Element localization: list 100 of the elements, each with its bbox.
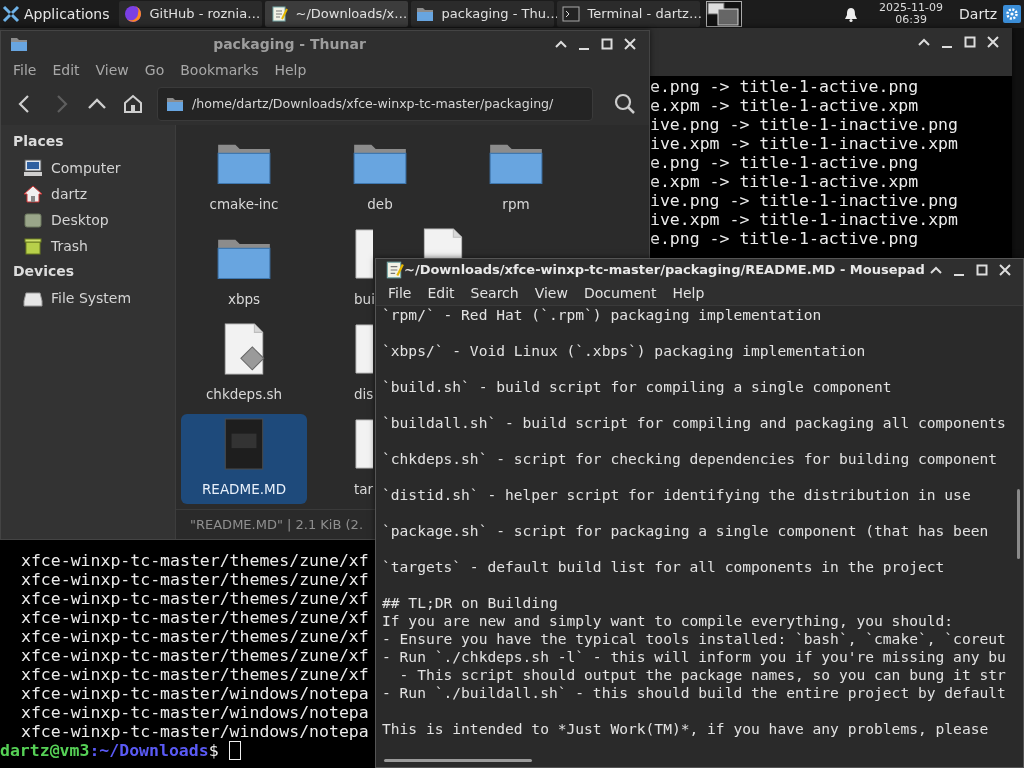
- menu-item[interactable]: Go: [136, 57, 173, 83]
- prompt-line: dartz@vm3:~/Downloads$: [0, 741, 219, 760]
- text-line: `distid.sh` - helper script for identifying the distribution in use: [382, 486, 971, 505]
- icon-view-entry[interactable]: bui: [317, 224, 375, 314]
- text-line: `package.sh` - script for packaging a single component (that has been: [382, 522, 989, 541]
- terminal-line: e.xpm -> title-1-active.xpm: [650, 96, 919, 115]
- section-heading: Places: [12, 132, 65, 151]
- terminal-line: xfce-winxp-tc-master/themes/zune/xf: [21, 608, 369, 627]
- terminal-line: ive.xpm -> title-1-inactive.xpm: [650, 210, 958, 229]
- browser-icon: [123, 5, 142, 23]
- terminal-line: xfce-winxp-tc-master/windows/notepa: [21, 722, 369, 741]
- terminal-line: ive.png -> title-1-inactive.png: [650, 191, 958, 210]
- icon-view-entry[interactable]: cmake-inc: [181, 129, 307, 219]
- script-file-icon: [223, 322, 265, 376]
- file-icon: [354, 417, 373, 471]
- settings-icon[interactable]: [1003, 5, 1021, 23]
- user-name[interactable]: Dartz: [959, 3, 997, 25]
- close-button[interactable]: [622, 36, 638, 52]
- desktop-icon: [23, 211, 43, 229]
- text-line: `xbps/` - Void Linux (`.xbps`) packaging implementation: [382, 342, 866, 361]
- text-line: `chkdeps.sh` - script for checking dependencies for building component: [382, 450, 998, 469]
- text-editor[interactable]: [376, 305, 1023, 757]
- notepad-icon: [269, 5, 288, 23]
- window-title: packaging - Thunar: [213, 35, 366, 52]
- menu-item[interactable]: File: [380, 280, 420, 306]
- menu-item[interactable]: Help: [266, 57, 315, 83]
- menu-item[interactable]: Search: [462, 280, 527, 306]
- text-line: - Ensure you have the typical tools installed: `bash`, `cmake`, `coreut: [382, 630, 1006, 649]
- clock-time: 06:39: [894, 14, 928, 26]
- file-icon: [354, 227, 373, 281]
- maximize-button[interactable]: [962, 34, 978, 50]
- folder-icon: [415, 5, 434, 23]
- icon-view-entry[interactable]: dis: [317, 319, 375, 409]
- text-line: - This script should output the package names, so you can bung it str: [398, 666, 1006, 685]
- folder-icon: [9, 35, 29, 53]
- sidebar-item[interactable]: Trash: [1, 233, 94, 259]
- drive-icon: [23, 289, 43, 307]
- status-text: "README.MD" | 2.1 KiB (2.: [190, 515, 363, 534]
- text-line: `rpm/` - Red Hat (`.rpm`) packaging implementation: [382, 306, 822, 325]
- icon-view-entry[interactable]: xbps: [181, 224, 307, 314]
- terminal-line: xfce-winxp-tc-master/themes/zune/xf: [21, 589, 369, 608]
- terminal-line: xfce-winxp-tc-master/themes/zune/xf: [21, 646, 369, 665]
- notification-bell-icon[interactable]: [843, 5, 860, 23]
- text-line: ## TL;DR on Building: [382, 594, 558, 613]
- text-line: - Run `./chkdeps.sh -l` - this will inform you if you're missing any bu: [382, 648, 1006, 667]
- text-line: This is intended to *Just Work(TM)*, if you have any problems, please: [382, 720, 989, 739]
- terminal-line: xfce-winxp-tc-master/themes/zune/xf: [21, 551, 369, 570]
- window-title: ~/Downloads/xfce-winxp-tc-master/packaging/README.MD - Mousepad: [404, 262, 925, 278]
- menu-item[interactable]: Edit: [419, 280, 463, 306]
- text-line: `buildall.sh` - build script for compiling and packaging all components: [382, 414, 1006, 433]
- menu-item[interactable]: Help: [664, 280, 713, 306]
- icon-view-entry[interactable]: tar: [317, 414, 375, 504]
- taskbar-button[interactable]: ~/Downloads/x…: [264, 1, 408, 27]
- icon-view-entry[interactable]: deb: [317, 129, 443, 219]
- computer-icon: [23, 159, 43, 177]
- search-button[interactable]: [613, 92, 637, 116]
- sidebar-item[interactable]: Computer: [1, 155, 127, 181]
- menu-item[interactable]: Edit: [44, 57, 88, 83]
- terminal-line: ive.png -> title-1-inactive.png: [650, 115, 958, 134]
- close-button[interactable]: [985, 34, 1001, 50]
- sidebar-item[interactable]: File System: [1, 285, 138, 311]
- file-icon: [354, 322, 373, 376]
- icon-view-entry[interactable]: rpm: [453, 129, 579, 219]
- text-line: `build.sh` - build script for compiling a single component: [382, 378, 892, 397]
- app-menu-icon: [2, 5, 20, 23]
- workspace-switcher[interactable]: [705, 1, 742, 27]
- menu-item[interactable]: Document: [575, 280, 665, 306]
- sidebar-item[interactable]: Desktop: [1, 207, 115, 233]
- text-line: `targets` - default build list for all components in the project: [382, 558, 945, 577]
- trash-icon: [23, 237, 43, 255]
- home-icon: [23, 185, 43, 203]
- horizontal-scrollbar[interactable]: [384, 759, 532, 763]
- home-button[interactable]: [121, 92, 145, 116]
- terminal-line: e.png -> title-1-active.png: [650, 77, 919, 96]
- terminal-line: xfce-winxp-tc-master/themes/zune/xf: [21, 627, 369, 646]
- terminal-icon: [561, 5, 580, 23]
- icon-view-entry[interactable]: README.MD: [181, 414, 307, 504]
- menu-item[interactable]: View: [526, 280, 576, 306]
- taskbar-button[interactable]: Terminal - dartz…: [556, 1, 700, 27]
- terminal-line: e.png -> title-1-active.png: [650, 229, 919, 248]
- section-heading: Devices: [12, 262, 76, 281]
- menu-item[interactable]: File: [5, 57, 45, 83]
- terminal-line: e.png -> title-1-active.png: [650, 153, 919, 172]
- terminal-line: xfce-winxp-tc-master/themes/zune/xf: [21, 570, 369, 589]
- menu-item[interactable]: View: [87, 57, 137, 83]
- menu-item[interactable]: Bookmarks: [172, 57, 267, 83]
- file-icon: [422, 227, 464, 258]
- terminal-line: xfce-winxp-tc-master/windows/notepa: [21, 703, 369, 722]
- location-field[interactable]: /home/dartz/Downloads/xfce-winxp-tc-master/packaging/: [157, 87, 593, 121]
- terminal-line: xfce-winxp-tc-master/themes/zune/xf: [21, 665, 369, 684]
- clock-date: 2025-11-09: [879, 2, 944, 14]
- vertical-scrollbar[interactable]: [1017, 489, 1020, 559]
- terminal-line: e.xpm -> title-1-active.xpm: [650, 172, 919, 191]
- folder-icon: [166, 95, 184, 113]
- text-cursor: [228, 741, 241, 760]
- maximize-button[interactable]: [599, 36, 615, 52]
- terminal-line: xfce-winxp-tc-master/windows/notepa: [21, 684, 369, 703]
- taskbar-button[interactable]: GitHub - roznia…: [118, 1, 262, 27]
- icon-view-entry[interactable]: chkdeps.sh: [181, 319, 307, 409]
- sidebar-item[interactable]: dartz: [1, 181, 94, 207]
